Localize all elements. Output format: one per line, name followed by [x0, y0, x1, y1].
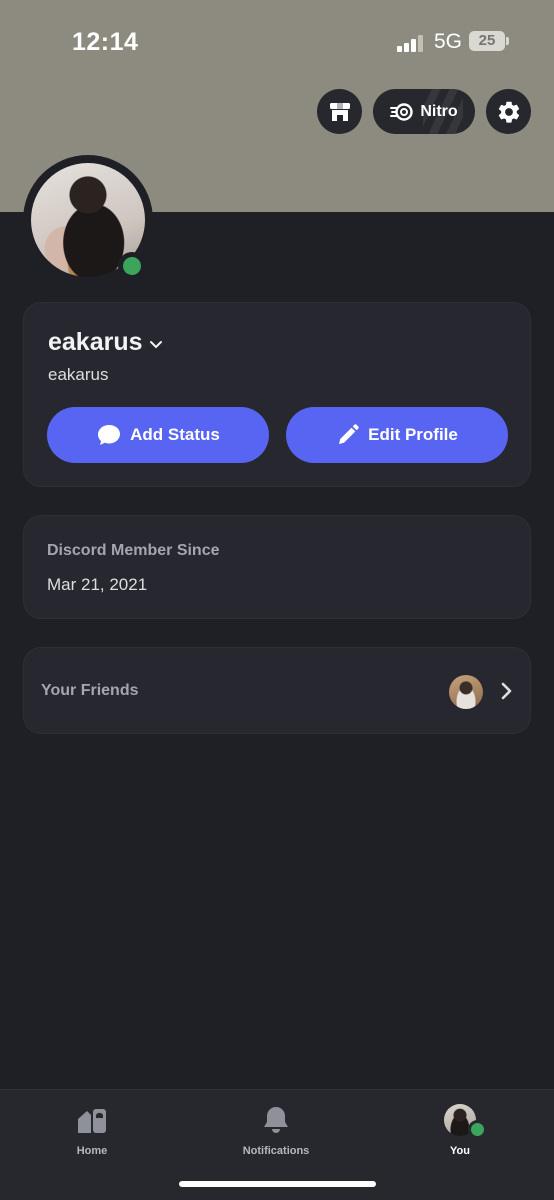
- edit-profile-button[interactable]: Edit Profile: [286, 407, 508, 463]
- display-name-switcher[interactable]: eakarus: [48, 328, 163, 357]
- nitro-icon: [390, 102, 414, 121]
- tab-you-label: You: [450, 1145, 470, 1157]
- battery-tip: [506, 37, 509, 45]
- home-indicator[interactable]: [179, 1181, 376, 1187]
- speech-bubble-icon: [98, 425, 121, 445]
- shop-icon: [329, 102, 350, 121]
- edit-profile-label: Edit Profile: [368, 425, 458, 444]
- your-friends-label: Your Friends: [41, 682, 139, 699]
- member-since-heading: Discord Member Since: [47, 542, 220, 559]
- member-since-date: Mar 21, 2021: [47, 575, 148, 594]
- tab-home-label: Home: [76, 1145, 108, 1157]
- status-bar: 12:14 5G 25: [0, 0, 554, 84]
- online-status-indicator: [118, 252, 146, 280]
- friend-avatar: [449, 675, 483, 709]
- gear-icon: [498, 101, 519, 123]
- nitro-label: Nitro: [420, 102, 458, 120]
- chevron-right-icon: [501, 682, 512, 700]
- tab-you[interactable]: You: [400, 1104, 520, 1157]
- avatar: [444, 1104, 487, 1139]
- settings-button[interactable]: [486, 89, 531, 134]
- member-since-card: Discord Member Since Mar 21, 2021: [23, 515, 531, 619]
- tab-notifications[interactable]: Notifications: [216, 1104, 336, 1157]
- bell-icon: [264, 1107, 288, 1133]
- online-status-indicator: [468, 1120, 487, 1139]
- home-icon: [78, 1109, 106, 1133]
- chevron-down-icon: [149, 340, 162, 348]
- add-status-button[interactable]: Add Status: [47, 407, 269, 463]
- network-type: 5G: [434, 30, 463, 53]
- your-friends-row[interactable]: Your Friends: [23, 647, 531, 734]
- nitro-button[interactable]: Nitro: [373, 89, 475, 134]
- shop-button[interactable]: [317, 89, 362, 134]
- tab-notifications-label: Notifications: [242, 1145, 310, 1157]
- add-status-label: Add Status: [130, 425, 220, 444]
- display-name: eakarus: [48, 328, 143, 356]
- status-time: 12:14: [72, 28, 139, 56]
- signal-icon: [397, 34, 425, 52]
- profile-card: eakarus eakarus Add Status Edit Profile: [23, 302, 531, 487]
- pencil-icon: [339, 424, 359, 444]
- battery-level: 25: [469, 31, 505, 51]
- tab-home[interactable]: Home: [32, 1104, 152, 1157]
- username: eakarus: [48, 365, 109, 384]
